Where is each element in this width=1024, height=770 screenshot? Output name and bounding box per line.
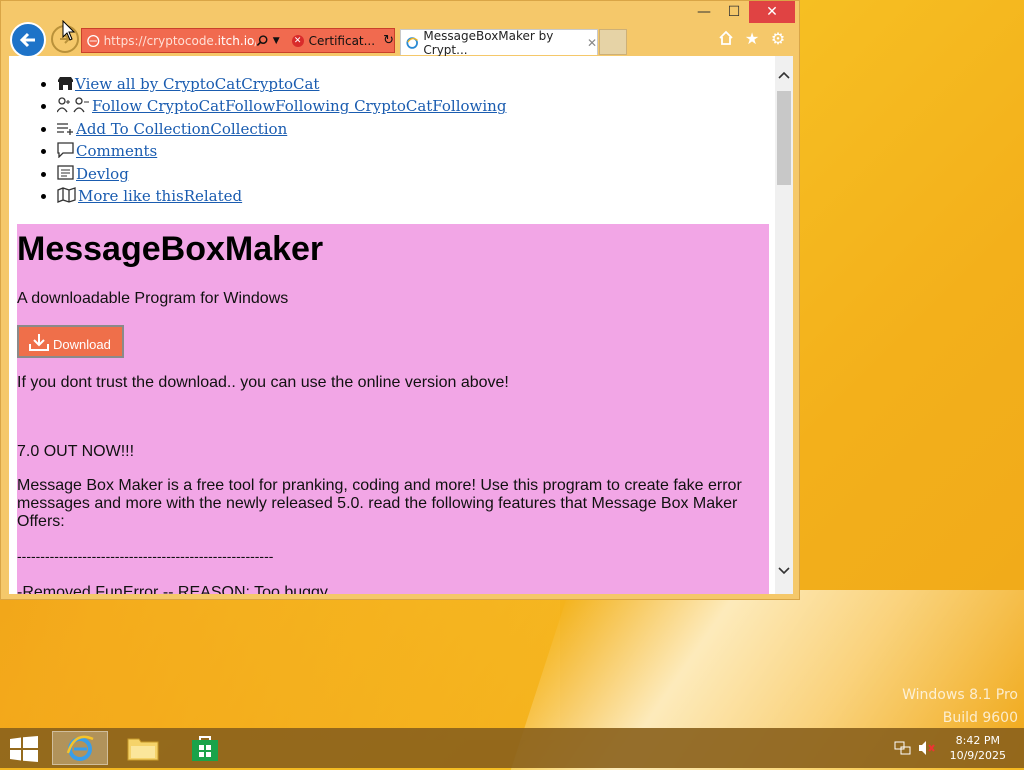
- nav-link-related[interactable]: More like thisRelated: [78, 187, 242, 205]
- feature-line: -Removed FunError -- REASON: Too buggy: [17, 584, 328, 594]
- favorites-star-icon[interactable]: ★: [743, 29, 761, 48]
- gear-icon[interactable]: ⚙: [769, 29, 787, 48]
- comment-icon: [57, 142, 74, 159]
- trust-note: If you dont trust the download.. you can…: [17, 374, 509, 391]
- nav-link-follow[interactable]: Follow CryptoCatFollowFollowing CryptoCa…: [92, 97, 506, 115]
- tab-title: MessageBoxMaker by Crypt...: [423, 28, 554, 57]
- nav-item-view-all: View all by CryptoCatCryptoCat: [57, 73, 775, 95]
- nav-item-follow: Follow CryptoCatFollowFollowing CryptoCa…: [57, 95, 775, 117]
- nav-link-devlog[interactable]: Devlog: [76, 165, 129, 183]
- url-prefix: https://cryptocode.: [103, 33, 218, 48]
- nav-link-view-all[interactable]: View all by CryptoCatCryptoCat: [75, 75, 319, 93]
- devlog-icon: [57, 164, 74, 180]
- back-button[interactable]: [10, 22, 46, 58]
- nav-link-collection[interactable]: Add To CollectionCollection: [76, 120, 287, 138]
- release-note: 7.0 OUT NOW!!!: [17, 443, 135, 460]
- scrollbar-thumb[interactable]: [777, 91, 791, 185]
- ie-tab-icon: [406, 36, 418, 49]
- folder-icon: [127, 738, 159, 761]
- back-arrow-icon: [19, 32, 35, 48]
- add-collection-icon: [57, 123, 73, 135]
- nav-item-devlog: Devlog: [57, 163, 775, 185]
- url-host: itch.io: [217, 33, 255, 48]
- desktop-wallpaper-shade: [0, 600, 560, 740]
- nav-list: View all by CryptoCatCryptoCat Follow Cr…: [9, 56, 775, 207]
- new-tab-button[interactable]: [599, 29, 627, 55]
- game-subtitle: A downloadable Program for Windows: [17, 290, 289, 307]
- network-icon[interactable]: [894, 740, 912, 756]
- vertical-scrollbar[interactable]: [775, 56, 793, 594]
- search-icon[interactable]: [256, 34, 269, 48]
- mouse-cursor-icon: [62, 20, 76, 41]
- itchio-icon: [58, 77, 73, 90]
- certificate-error-label: Certificat...: [308, 33, 376, 48]
- windows-logo-icon: [10, 736, 38, 762]
- minimize-button[interactable]: —: [689, 1, 719, 23]
- window-controls: — ☐ ✕: [689, 1, 795, 23]
- download-button[interactable]: Download: [17, 325, 124, 358]
- follow-icon: [57, 97, 89, 113]
- nav-item-collection: Add To CollectionCollection: [57, 118, 775, 140]
- title-bar[interactable]: — ☐ ✕ https://cryptocode.itch.io/m ▼ ✕ C…: [1, 1, 801, 58]
- taskbar-ie[interactable]: [52, 731, 108, 765]
- address-bar[interactable]: https://cryptocode.itch.io/m ▼ ✕ Certifi…: [81, 28, 395, 53]
- home-icon[interactable]: [717, 29, 735, 47]
- address-url[interactable]: https://cryptocode.itch.io/m: [104, 34, 257, 48]
- start-button[interactable]: [10, 736, 38, 766]
- scroll-down-icon[interactable]: [777, 564, 791, 578]
- taskbar: 8:42 PM 10/9/2025: [0, 728, 1024, 768]
- browser-toolbar-icons: ★ ⚙: [717, 29, 787, 48]
- game-title: MessageBoxMaker: [17, 230, 324, 268]
- site-favicon-icon: [87, 34, 100, 47]
- tab-close-icon[interactable]: ✕: [587, 36, 597, 50]
- taskbar-store[interactable]: [177, 731, 233, 765]
- ie-window: — ☐ ✕ https://cryptocode.itch.io/m ▼ ✕ C…: [0, 0, 800, 600]
- watermark-build: Build 9600: [942, 710, 1018, 726]
- game-page-body: MessageBoxMaker A downloadable Program f…: [17, 224, 769, 594]
- taskbar-file-explorer[interactable]: [115, 731, 171, 765]
- clock-time: 8:42 PM: [955, 734, 1000, 747]
- refresh-icon[interactable]: ↻: [383, 33, 394, 48]
- store-bag-icon: [192, 736, 218, 761]
- maximize-button[interactable]: ☐: [719, 1, 749, 23]
- divider-text: ----------------------------------------…: [17, 548, 274, 564]
- certificate-error-icon: ✕: [291, 34, 304, 47]
- windows-watermark: Windows 8.1 Pro Build 9600: [902, 684, 1018, 730]
- certificate-error[interactable]: ✕ Certificat...: [291, 33, 376, 48]
- close-button[interactable]: ✕: [749, 1, 795, 23]
- page-content[interactable]: View all by CryptoCatCryptoCat Follow Cr…: [9, 56, 775, 594]
- clock-date: 10/9/2025: [949, 749, 1006, 762]
- clock[interactable]: 8:42 PM 10/9/2025: [950, 733, 1006, 763]
- watermark-edition: Windows 8.1 Pro: [902, 687, 1018, 703]
- scroll-up-icon[interactable]: [777, 68, 791, 82]
- nav-item-related: More like thisRelated: [57, 185, 775, 207]
- download-label: Download: [53, 337, 111, 352]
- download-icon: [29, 333, 49, 351]
- volume-muted-icon[interactable]: [918, 740, 936, 756]
- nav-link-comments[interactable]: Comments: [76, 142, 157, 160]
- tab-messageboxmaker[interactable]: MessageBoxMaker by Crypt... ✕: [400, 28, 598, 57]
- dropdown-arrow-icon[interactable]: ▼: [273, 36, 280, 46]
- description: Message Box Maker is a free tool for pra…: [17, 477, 742, 530]
- system-tray: 8:42 PM 10/9/2025: [894, 728, 1024, 768]
- nav-item-comments: Comments: [57, 140, 775, 162]
- map-icon: [57, 187, 76, 203]
- internet-explorer-icon: [66, 735, 94, 761]
